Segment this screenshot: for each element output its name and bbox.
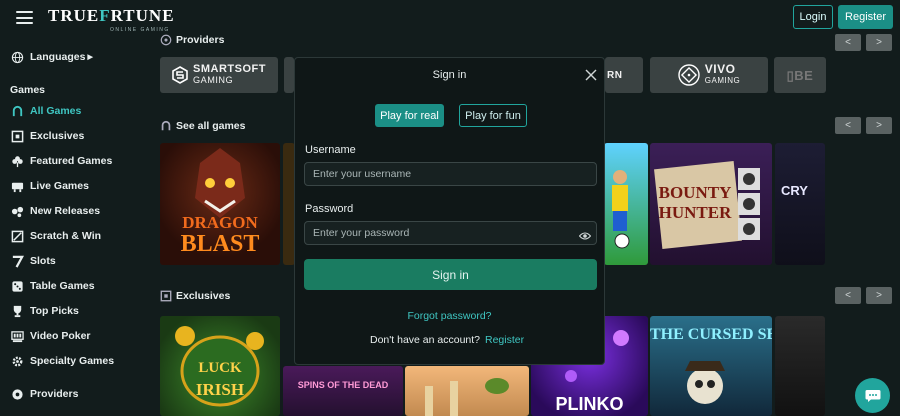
sidebar-item-all-games[interactable]: All Games (10, 102, 81, 120)
provider-card-next[interactable]: ▯BE (774, 57, 826, 93)
providers-next-button[interactable]: > (866, 34, 892, 51)
game-card-temple[interactable] (405, 366, 529, 416)
sidebar-item-label: Slots (30, 255, 56, 267)
trophy-icon (10, 304, 24, 318)
poker-machine-icon (10, 329, 24, 343)
logo[interactable]: TRUEFRTUNE ONLINE GAMING (48, 6, 175, 33)
exclusive-badge-icon (160, 290, 172, 302)
provider-card-vivo[interactable]: VIVO GAMING (650, 57, 768, 93)
game-card-luck-irish[interactable]: LUCK IRISH (160, 316, 280, 416)
sidebar-item-label: Live Games (30, 180, 89, 192)
play-for-fun-tab[interactable]: Play for fun (459, 104, 527, 127)
game-card-crypto[interactable]: CRY (775, 143, 825, 265)
modal-title: Sign in (432, 69, 467, 81)
exclusives-prev-button[interactable]: < (835, 287, 861, 304)
sidebar-item-live-games[interactable]: Live Games (10, 177, 89, 195)
sidebar-item-featured-games[interactable]: Featured Games (10, 152, 112, 170)
scratch-card-icon (10, 229, 24, 243)
temple-art-icon (425, 378, 509, 416)
game-card-hidden-2[interactable] (775, 316, 825, 416)
games-next-button[interactable]: > (866, 117, 892, 134)
sidebar-item-label: New Releases (30, 205, 101, 217)
hamburger-menu-icon[interactable] (16, 11, 33, 24)
sidebar-item-label: All Games (30, 105, 82, 117)
sidebar-item-top-picks[interactable]: Top Picks (10, 302, 79, 320)
game-card-cursed-sea[interactable]: THE CURSED SEA (650, 316, 772, 416)
signin-modal: Sign in Play for real Play for fun Usern… (294, 57, 605, 365)
password-label: Password (305, 203, 354, 215)
register-link[interactable]: Register (485, 334, 524, 346)
providers-icon (160, 34, 172, 46)
sidebar-item-label: Exclusives (30, 130, 85, 142)
horseshoe-icon (10, 104, 24, 118)
forgot-password-link[interactable]: Forgot password? (295, 310, 604, 322)
signin-button[interactable]: Sign in (304, 259, 597, 290)
caret-right-icon: ▶ (87, 54, 93, 61)
exclusives-section-title: Exclusives (160, 290, 230, 302)
new-tag-icon (10, 204, 24, 218)
sidebar-item-label: Top Picks (30, 305, 79, 317)
password-input[interactable] (304, 221, 597, 245)
live-chat-button[interactable] (855, 378, 890, 413)
games-heading: Games (10, 84, 46, 96)
dice-icon (10, 279, 24, 293)
play-for-real-tab[interactable]: Play for real (375, 104, 444, 127)
game-card-spins-dead[interactable]: SPINS OF THE DEAD (283, 366, 403, 416)
clover-icon (10, 154, 24, 168)
sidebar-item-label: Scratch & Win (30, 230, 102, 242)
games-prev-button[interactable]: < (835, 117, 861, 134)
horseshoe-icon (160, 120, 172, 132)
login-button[interactable]: Login (793, 5, 833, 29)
languages-menu[interactable]: Languages ▶ (10, 48, 93, 66)
sidebar-item-specialty-games[interactable]: Specialty Games (10, 352, 114, 370)
top-header: TRUEFRTUNE ONLINE GAMING Login Register (0, 0, 900, 36)
see-all-games-title[interactable]: See all games (160, 120, 245, 132)
sidebar-item-label: Specialty Games (30, 355, 115, 367)
game-card-football[interactable] (604, 143, 648, 265)
sidebar-item-slots[interactable]: Slots (10, 252, 56, 270)
footballer-art-icon (612, 170, 630, 249)
smartsoft-logo-icon (172, 66, 188, 84)
no-account-text: Don't have an account? (370, 334, 480, 346)
seven-icon (10, 254, 24, 268)
provider-card-hidden[interactable]: RN (605, 57, 643, 93)
sidebar-item-exclusives[interactable]: Exclusives (10, 127, 84, 145)
live-table-icon (10, 179, 24, 193)
username-input[interactable] (304, 162, 597, 186)
gear-icon (10, 354, 24, 368)
vivo-logo-icon (678, 64, 700, 86)
provider-card-smartsoft[interactable]: SMARTSOFT GAMING (160, 57, 278, 93)
sidebar-item-providers[interactable]: Providers (10, 385, 78, 403)
game-card-bounty-hunter[interactable]: BOUNTY HUNTER (650, 143, 772, 265)
sidebar-item-new-releases[interactable]: New Releases (10, 202, 100, 220)
providers-prev-button[interactable]: < (835, 34, 861, 51)
show-password-eye-icon[interactable] (578, 228, 592, 240)
providers-icon (10, 387, 24, 401)
globe-icon (10, 50, 24, 64)
providers-section-title: Providers (160, 34, 224, 46)
sidebar-item-label: Table Games (30, 280, 95, 292)
sidebar: Languages ▶ Games All Games Exclusives Feat… (0, 36, 150, 416)
sidebar-item-video-poker[interactable]: Video Poker (10, 327, 91, 345)
register-button[interactable]: Register (838, 5, 893, 29)
exclusive-badge-icon (10, 129, 24, 143)
sidebar-item-label: Video Poker (30, 330, 91, 342)
sidebar-item-table-games[interactable]: Table Games (10, 277, 95, 295)
sidebar-item-scratch-win[interactable]: Scratch & Win (10, 227, 101, 245)
provider-card-partial[interactable] (284, 57, 294, 93)
exclusives-next-button[interactable]: > (866, 287, 892, 304)
username-label: Username (305, 144, 356, 156)
close-icon[interactable] (584, 68, 598, 82)
chat-bubble-icon (865, 389, 880, 402)
sidebar-item-label: Featured Games (30, 155, 113, 167)
game-card-dragon-blast[interactable]: DRAGON BLAST (160, 143, 280, 265)
